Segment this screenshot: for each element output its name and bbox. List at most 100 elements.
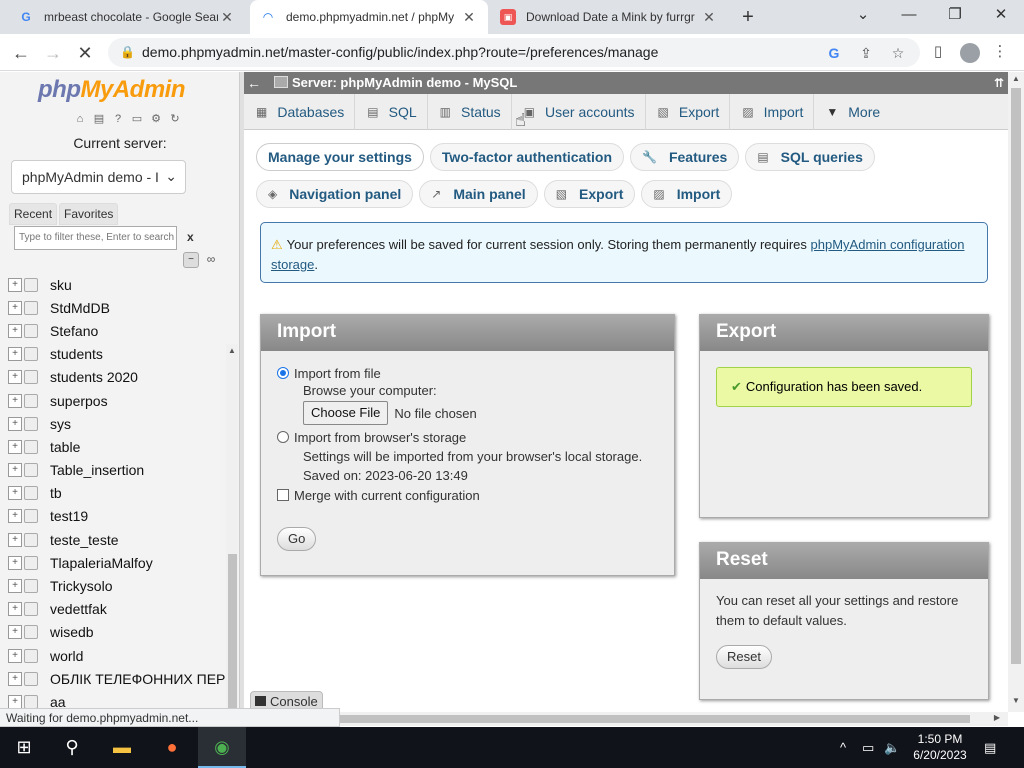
browser-tab-download[interactable]: ▣ Download Date a Mink by furrgr ✕ <box>490 0 728 34</box>
expand-icon[interactable]: + <box>8 277 22 292</box>
database-name[interactable]: students <box>50 346 103 362</box>
database-name[interactable]: aa <box>50 694 66 708</box>
expand-icon[interactable]: + <box>8 532 22 547</box>
database-item[interactable]: + sys <box>8 412 228 435</box>
menu-user-accounts[interactable]: ▣ User accounts <box>512 94 646 130</box>
expand-icon[interactable]: + <box>8 694 22 708</box>
expand-icon[interactable]: + <box>8 579 22 594</box>
network-icon[interactable]: ▭ <box>862 727 874 768</box>
horizontal-scrollbar[interactable]: ▶ <box>244 712 1008 726</box>
database-item[interactable]: + students 2020 <box>8 366 228 389</box>
tab-two-factor[interactable]: Two-factor authentication <box>429 143 624 171</box>
file-explorer-icon[interactable]: ▬ <box>98 727 146 768</box>
expand-icon[interactable]: + <box>8 416 22 431</box>
left-scrollbar[interactable]: ▲ <box>226 344 238 708</box>
server-title[interactable]: Server: phpMyAdmin demo - MySQL <box>292 72 517 94</box>
minimize-button[interactable]: — <box>886 0 932 32</box>
import-file-radio[interactable] <box>277 367 289 379</box>
home-icon[interactable]: ⌂ <box>72 111 88 127</box>
database-name[interactable]: test19 <box>50 508 88 524</box>
tab-favorites[interactable]: Favorites <box>59 203 119 225</box>
scroll-up-icon[interactable]: ▲ <box>1012 74 1020 83</box>
tab-navigation-panel[interactable]: ◈ Navigation panel <box>256 180 414 208</box>
settings-icon[interactable]: ⚙ <box>148 111 164 127</box>
tab-recent[interactable]: Recent <box>9 203 58 225</box>
database-item[interactable]: + test19 <box>8 505 228 528</box>
import-from-file-option[interactable]: Import from file <box>277 363 658 383</box>
scroll-right-icon[interactable]: ▶ <box>994 713 1000 722</box>
side-panel-icon[interactable]: ▯ <box>928 42 948 62</box>
menu-icon[interactable]: ⋮ <box>990 42 1010 62</box>
tab-sql-queries[interactable]: ▤ SQL queries <box>745 143 875 171</box>
menu-sql[interactable]: ▤ SQL <box>355 94 428 130</box>
database-item[interactable]: + superpos <box>8 389 228 412</box>
scroll-top-icon[interactable]: ⇈ <box>994 72 1004 94</box>
expand-icon[interactable]: + <box>8 393 22 408</box>
database-name[interactable]: StdMdDB <box>50 300 110 316</box>
system-clock[interactable]: 1:50 PM 6/20/2023 <box>908 731 972 763</box>
expand-icon[interactable]: + <box>8 323 22 338</box>
database-name[interactable]: superpos <box>50 393 108 409</box>
expand-icon[interactable]: + <box>8 555 22 570</box>
database-item[interactable]: + teste_teste <box>8 528 228 551</box>
database-item[interactable]: + Trickysolo <box>8 574 228 597</box>
database-name[interactable]: tb <box>50 485 62 501</box>
database-item[interactable]: + Table_insertion <box>8 459 228 482</box>
database-item[interactable]: + aa <box>8 690 228 708</box>
database-item[interactable]: + TlapaleriaMalfoy <box>8 551 228 574</box>
database-name[interactable]: TlapaleriaMalfoy <box>50 555 153 571</box>
share-icon[interactable]: ⇪ <box>856 43 876 63</box>
main-scrollbar[interactable]: ▲ ▼ <box>1008 72 1024 712</box>
clear-filter-button[interactable]: x <box>187 230 194 244</box>
reset-button[interactable]: Reset <box>716 645 772 669</box>
expand-icon[interactable]: + <box>8 463 22 478</box>
scroll-thumb[interactable] <box>228 554 237 708</box>
database-name[interactable]: Stefano <box>50 323 98 339</box>
database-name[interactable]: ОБЛІК ТЕЛЕФОННИХ ПЕРЕГ <box>50 671 228 687</box>
google-lens-icon[interactable]: G <box>824 43 844 63</box>
database-item[interactable]: + students <box>8 343 228 366</box>
filter-input[interactable]: Type to filter these, Enter to search al <box>14 226 177 250</box>
import-storage-radio[interactable] <box>277 431 289 443</box>
new-tab-button[interactable]: + <box>736 5 760 29</box>
expand-icon[interactable]: + <box>8 648 22 663</box>
database-name[interactable]: wisedb <box>50 624 94 640</box>
tab-main-panel[interactable]: ↗ Main panel <box>419 180 538 208</box>
scroll-down-icon[interactable]: ▼ <box>1012 696 1020 705</box>
collapse-all-button[interactable]: − <box>183 252 199 268</box>
go-button[interactable]: Go <box>277 527 317 551</box>
tab-import[interactable]: ▨ Import <box>641 180 733 208</box>
database-item[interactable]: + vedettfak <box>8 598 228 621</box>
menu-import[interactable]: ▨ Import <box>730 94 815 130</box>
tab-search-icon[interactable]: ⌄ <box>840 0 886 32</box>
back-icon[interactable]: ← <box>8 40 34 66</box>
expand-icon[interactable]: + <box>8 509 22 524</box>
restore-button[interactable]: ❐ <box>932 0 978 32</box>
merge-checkbox[interactable] <box>277 489 289 501</box>
expand-icon[interactable]: + <box>8 486 22 501</box>
scroll-thumb[interactable] <box>340 715 970 723</box>
windows-start-icon[interactable]: ⊞ <box>0 727 48 768</box>
database-item[interactable]: + ОБЛІК ТЕЛЕФОННИХ ПЕРЕГ <box>8 667 228 690</box>
merge-option[interactable]: Merge with current configuration <box>277 485 658 505</box>
expand-icon[interactable]: + <box>8 370 22 385</box>
database-name[interactable]: Table_insertion <box>50 462 144 478</box>
browser-tab-google[interactable]: G mrbeast chocolate - Google Sear ✕ <box>8 0 246 34</box>
profile-avatar[interactable] <box>960 43 980 63</box>
browser-tab-phpmyadmin[interactable]: ◠ demo.phpmyadmin.net / phpMy ✕ <box>250 0 488 34</box>
notifications-icon[interactable]: ▤ <box>984 727 996 768</box>
database-item[interactable]: + world <box>8 644 228 667</box>
database-name[interactable]: teste_teste <box>50 532 119 548</box>
database-name[interactable]: students 2020 <box>50 369 138 385</box>
help-icon[interactable]: ? <box>110 111 126 127</box>
database-item[interactable]: + tb <box>8 482 228 505</box>
forward-icon[interactable]: → <box>40 40 66 66</box>
database-name[interactable]: table <box>50 439 80 455</box>
close-icon[interactable]: ✕ <box>700 9 718 26</box>
database-name[interactable]: Trickysolo <box>50 578 113 594</box>
expand-icon[interactable]: + <box>8 602 22 617</box>
database-item[interactable]: + table <box>8 435 228 458</box>
database-name[interactable]: sys <box>50 416 71 432</box>
phpmyadmin-logo[interactable]: phpMyAdmin <box>38 76 185 104</box>
database-item[interactable]: + Stefano <box>8 319 228 342</box>
